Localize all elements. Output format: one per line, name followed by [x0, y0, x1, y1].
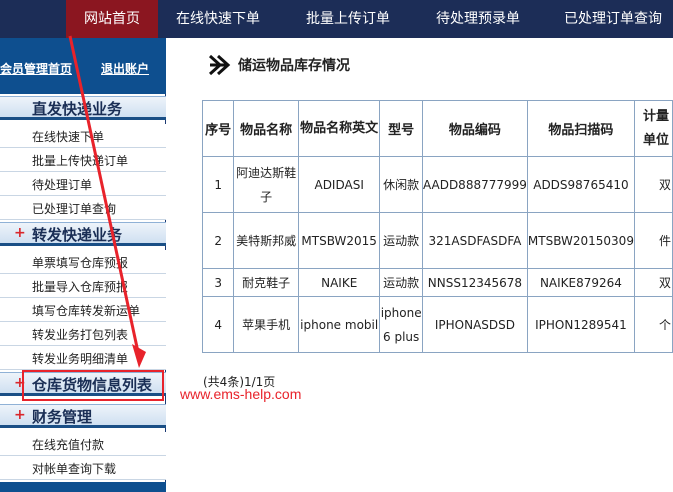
sidebar-item-statement[interactable]: 对帐单查询下载 [0, 456, 166, 480]
sidebar-item-label: 批量上传快递订单 [32, 154, 129, 168]
plus-icon: + [14, 407, 26, 423]
cell-unit: 双 [633, 268, 673, 297]
logout-link[interactable]: 退出账户 [101, 60, 149, 77]
col-header-unit: 计量单位 [633, 100, 673, 157]
cell-name: 阿迪达斯鞋子 [233, 156, 300, 213]
nav-batch-upload[interactable]: 批量上传订单 [306, 0, 390, 38]
sidebar-item-batch-forecast[interactable]: 批量导入仓库预报 [0, 274, 166, 298]
sidebar-item-label: 在线快速下单 [32, 130, 105, 144]
cell-index: 4 [201, 296, 235, 353]
cell-unit: 个 [633, 296, 673, 353]
sidebar-footer-bar [0, 482, 166, 492]
nav-quick-order[interactable]: 在线快速下单 [176, 0, 260, 38]
cell-name-en: ADIDASI [298, 156, 381, 213]
cell-model: 运动款 [379, 268, 423, 297]
nav-home[interactable]: 网站首页 [66, 0, 158, 38]
sidebar-item-label: 对帐单查询下载 [32, 462, 117, 476]
cell-code: 321ASDFASDFA [421, 212, 528, 269]
cell-model: iphone 6 plus [379, 296, 423, 353]
cell-index: 1 [201, 156, 235, 213]
cell-code: IPHONASDSD [421, 296, 528, 353]
sidebar-item-processed[interactable]: 已处理订单查询 [0, 196, 166, 220]
section-title: 转发快递业务 [32, 226, 123, 244]
table-row: 1 阿迪达斯鞋子 ADIDASI 休闲款 AADD888777999 ADDS9… [201, 156, 673, 213]
cell-unit: 双 [633, 156, 673, 213]
sidebar-section-direct-express[interactable]: 直发快递业务 [0, 96, 166, 120]
sidebar-item-label: 批量导入仓库预报 [32, 280, 129, 294]
annotation-highlight-box [22, 370, 164, 401]
sidebar-item-label: 填写仓库转发新运单 [32, 304, 141, 318]
sidebar: 会员管理首页 退出账户 直发快递业务 在线快速下单 批量上传快递订单 待处理订单… [0, 38, 166, 492]
sidebar-item-label: 单票填写仓库预报 [32, 256, 129, 270]
sidebar-item-quick-order[interactable]: 在线快速下单 [0, 124, 166, 148]
cell-scan-code: ADDS98765410 [526, 156, 635, 213]
cell-model: 休闲款 [379, 156, 423, 213]
cell-index: 3 [201, 268, 235, 297]
cell-code: NNSS12345678 [421, 268, 528, 297]
cell-name-en: MTSBW2015 [298, 212, 381, 269]
sidebar-item-batch-upload[interactable]: 批量上传快递订单 [0, 148, 166, 172]
col-header-name: 物品名称 [233, 100, 300, 157]
double-arrow-icon [208, 54, 231, 76]
nav-processed-orders[interactable]: 已处理订单查询 [564, 0, 662, 38]
cell-scan-code: IPHON1289541 [526, 296, 635, 353]
col-header-index: 序号 [201, 100, 235, 157]
watermark-text: www.ems-help.com [180, 386, 302, 402]
nav-pending-orders[interactable]: 待处理预录单 [436, 0, 520, 38]
inventory-table: 序号 物品名称 物品名称英文 型号 物品编码 物品扫描码 计量单位 1 阿迪达斯… [201, 100, 673, 353]
sidebar-section-forward-express[interactable]: + 转发快递业务 [0, 222, 166, 246]
col-header-scan-code: 物品扫描码 [526, 100, 635, 157]
col-header-code: 物品编码 [421, 100, 528, 157]
cell-scan-code: MTSBW20150309 [526, 212, 635, 269]
cell-name: 苹果手机 [233, 296, 300, 353]
cell-unit: 件 [633, 212, 673, 269]
cell-name-en: NAIKE [298, 268, 381, 297]
section-title: 直发快递业务 [32, 100, 123, 118]
cell-name: 耐克鞋子 [233, 268, 300, 297]
section-title: 财务管理 [32, 408, 93, 426]
cell-model: 运动款 [379, 212, 423, 269]
page-title: 储运物品库存情况 [238, 58, 350, 74]
plus-icon: + [14, 225, 26, 241]
col-header-name-en: 物品名称英文 [298, 100, 381, 157]
sidebar-account-bar: 会员管理首页 退出账户 [0, 38, 166, 94]
cell-code: AADD888777999 [421, 156, 528, 213]
sidebar-item-label: 转发业务打包列表 [32, 328, 129, 342]
sidebar-item-pending[interactable]: 待处理订单 [0, 172, 166, 196]
sidebar-item-label: 已处理订单查询 [32, 202, 117, 216]
page: 网站首页 在线快速下单 批量上传订单 待处理预录单 已处理订单查询 会员管理首页… [0, 0, 673, 492]
sidebar-item-recharge[interactable]: 在线充值付款 [0, 432, 166, 456]
sidebar-item-new-waybill[interactable]: 填写仓库转发新运单 [0, 298, 166, 322]
sidebar-item-label: 待处理订单 [32, 178, 93, 192]
cell-index: 2 [201, 212, 235, 269]
sidebar-section-finance[interactable]: + 财务管理 [0, 404, 166, 428]
sidebar-item-label: 转发业务明细清单 [32, 352, 129, 366]
sidebar-item-single-forecast[interactable]: 单票填写仓库预报 [0, 250, 166, 274]
table-header-row: 序号 物品名称 物品名称英文 型号 物品编码 物品扫描码 计量单位 [201, 100, 673, 157]
sidebar-item-label: 在线充值付款 [32, 438, 105, 452]
cell-scan-code: NAIKE879264 [526, 268, 635, 297]
cell-name: 美特斯邦威 [233, 212, 300, 269]
top-nav: 网站首页 在线快速下单 批量上传订单 待处理预录单 已处理订单查询 [0, 0, 673, 38]
sidebar-item-pack-list[interactable]: 转发业务打包列表 [0, 322, 166, 346]
sidebar-item-detail-list[interactable]: 转发业务明细清单 [0, 346, 166, 370]
table-row: 2 美特斯邦威 MTSBW2015 运动款 321ASDFASDFA MTSBW… [201, 212, 673, 269]
table-row: 3 耐克鞋子 NAIKE 运动款 NNSS12345678 NAIKE87926… [201, 268, 673, 297]
cell-name-en: iphone mobil [298, 296, 381, 353]
col-header-model: 型号 [379, 100, 423, 157]
member-home-link[interactable]: 会员管理首页 [0, 60, 72, 77]
table-row: 4 苹果手机 iphone mobil iphone 6 plus IPHONA… [201, 296, 673, 353]
